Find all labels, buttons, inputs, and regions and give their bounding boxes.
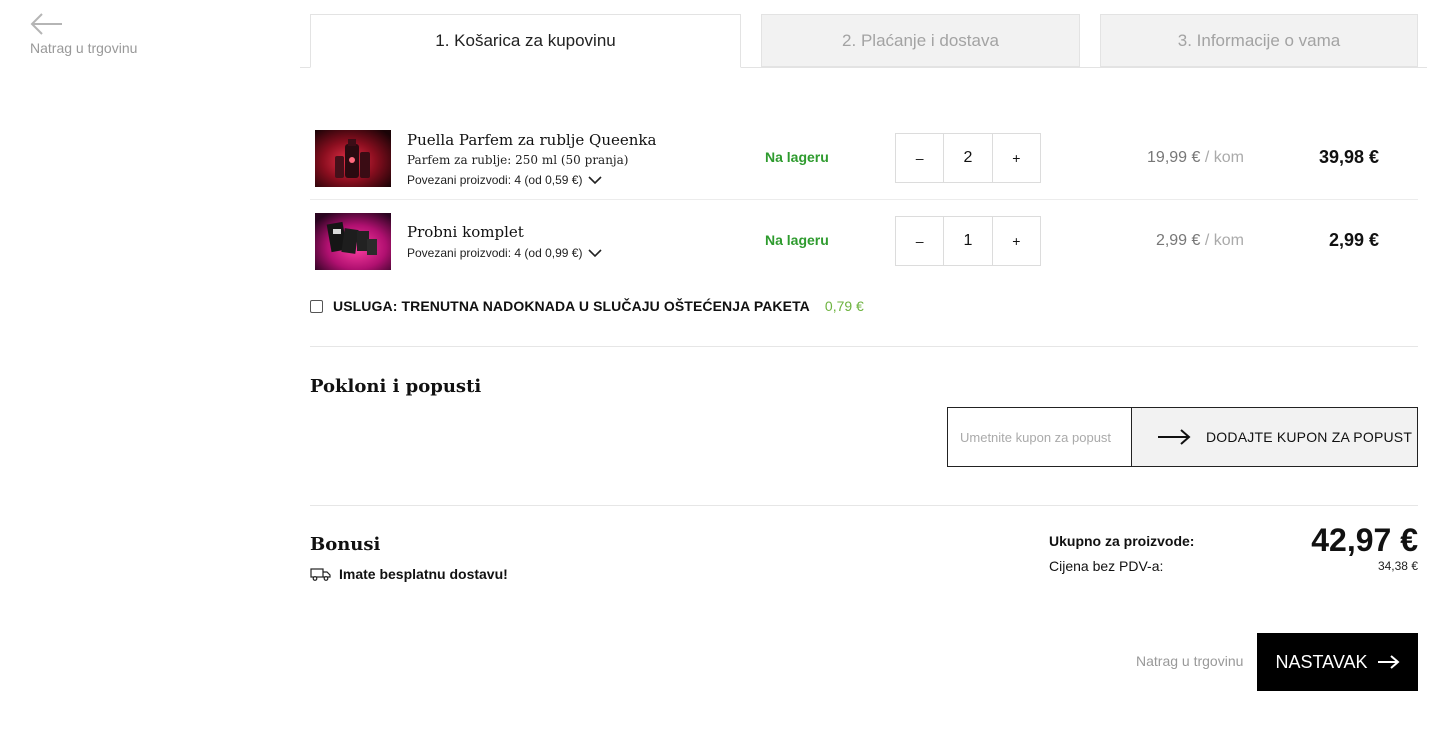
unit-price-value: 19,99 € — [1147, 149, 1201, 166]
product-name[interactable]: Probni komplet — [407, 223, 524, 241]
add-coupon-label: DODAJTE KUPON ZA POPUST — [1206, 429, 1413, 445]
add-coupon-button[interactable]: DODAJTE KUPON ZA POPUST — [1131, 407, 1418, 467]
section-divider — [310, 505, 1418, 506]
related-products-toggle[interactable]: Povezani proizvodi: 4 (od 0,99 €) — [407, 246, 603, 260]
products-total-value: 42,97 € — [1311, 522, 1418, 558]
gifts-discounts-title: Pokloni i popusti — [310, 376, 482, 397]
bonuses-title: Bonusi — [310, 534, 381, 555]
products-total-label: Ukupno za proizvode: — [1049, 533, 1195, 549]
quantity-stepper: – 1 + — [895, 216, 1041, 266]
qty-input[interactable]: 2 — [943, 134, 993, 182]
line-total: 39,98 € — [1318, 147, 1379, 167]
truck-icon — [310, 567, 331, 581]
qty-increase-button[interactable]: + — [993, 217, 1040, 265]
cart-item-row: Puella Parfem za rublje Queenka Parfem z… — [310, 125, 1418, 200]
unit-price-suffix: / kom — [1204, 149, 1244, 166]
qty-decrease-button[interactable]: – — [896, 134, 943, 182]
unit-price-value: 2,99 € — [1155, 232, 1201, 249]
chevron-down-icon — [588, 248, 603, 257]
free-shipping-label: Imate besplatnu dostavu! — [339, 566, 508, 582]
stock-status: Na lageru — [765, 232, 829, 248]
unit-price: 2,99 € / kom — [1156, 232, 1244, 250]
back-to-shop-label: Natrag u trgovinu — [30, 40, 138, 56]
related-products-label: Povezani proizvodi: 4 (od 0,99 €) — [407, 246, 583, 260]
product-name[interactable]: Puella Parfem za rublje Queenka — [407, 131, 656, 149]
net-price-label: Cijena bez PDV-a: — [1049, 558, 1164, 574]
arrow-right-icon — [1158, 429, 1191, 445]
damage-compensation-option: USLUGA: TRENUTNA NADOKNADA U SLUČAJU OŠT… — [310, 298, 864, 314]
product-image[interactable] — [315, 213, 391, 270]
service-price: 0,79 € — [824, 298, 864, 314]
coupon-placeholder: Umetnite kupon za popust — [960, 429, 1112, 445]
section-divider — [310, 346, 1418, 347]
tab-your-information[interactable]: 3. Informacije o vama — [1100, 14, 1418, 67]
back-to-shop-bottom-link[interactable]: Natrag u trgovinu — [1136, 653, 1243, 669]
unit-price: 19,99 € / kom — [1147, 149, 1244, 167]
service-checkbox[interactable] — [310, 299, 323, 313]
qty-input[interactable]: 1 — [943, 217, 993, 265]
line-total: 2,99 € — [1328, 230, 1379, 250]
back-arrow-icon — [30, 13, 62, 35]
coupon-input[interactable]: Umetnite kupon za popust — [947, 407, 1132, 467]
product-subtitle: Parfem za rublje: 250 ml (50 pranja) — [407, 153, 629, 167]
cart-item-row: Probni komplet Povezani proizvodi: 4 (od… — [310, 208, 1418, 283]
free-shipping-notice: Imate besplatnu dostavu! — [310, 566, 508, 582]
checkout-steps: 1. Košarica za kupovinu 2. Plaćanje i do… — [300, 14, 1427, 68]
product-image[interactable] — [315, 130, 391, 187]
related-products-toggle[interactable]: Povezani proizvodi: 4 (od 0,59 €) — [407, 173, 603, 187]
stock-status: Na lageru — [765, 149, 829, 165]
row-divider — [310, 199, 1418, 200]
service-label[interactable]: USLUGA: TRENUTNA NADOKNADA U SLUČAJU OŠT… — [333, 298, 810, 314]
qty-increase-button[interactable]: + — [993, 134, 1040, 182]
related-products-label: Povezani proizvodi: 4 (od 0,59 €) — [407, 173, 583, 187]
quantity-stepper: – 2 + — [895, 133, 1041, 183]
arrow-right-icon — [1377, 655, 1400, 669]
continue-label: NASTAVAK — [1275, 651, 1368, 672]
tab-payment-delivery[interactable]: 2. Plaćanje i dostava — [761, 14, 1080, 67]
qty-decrease-button[interactable]: – — [896, 217, 943, 265]
tab-shopping-cart[interactable]: 1. Košarica za kupovinu — [310, 14, 741, 68]
back-to-shop-link[interactable]: Natrag u trgovinu — [30, 12, 137, 56]
chevron-down-icon — [588, 175, 603, 184]
net-price-value: 34,38 € — [1377, 559, 1418, 573]
continue-button[interactable]: NASTAVAK — [1257, 633, 1418, 691]
unit-price-suffix: / kom — [1204, 232, 1244, 249]
